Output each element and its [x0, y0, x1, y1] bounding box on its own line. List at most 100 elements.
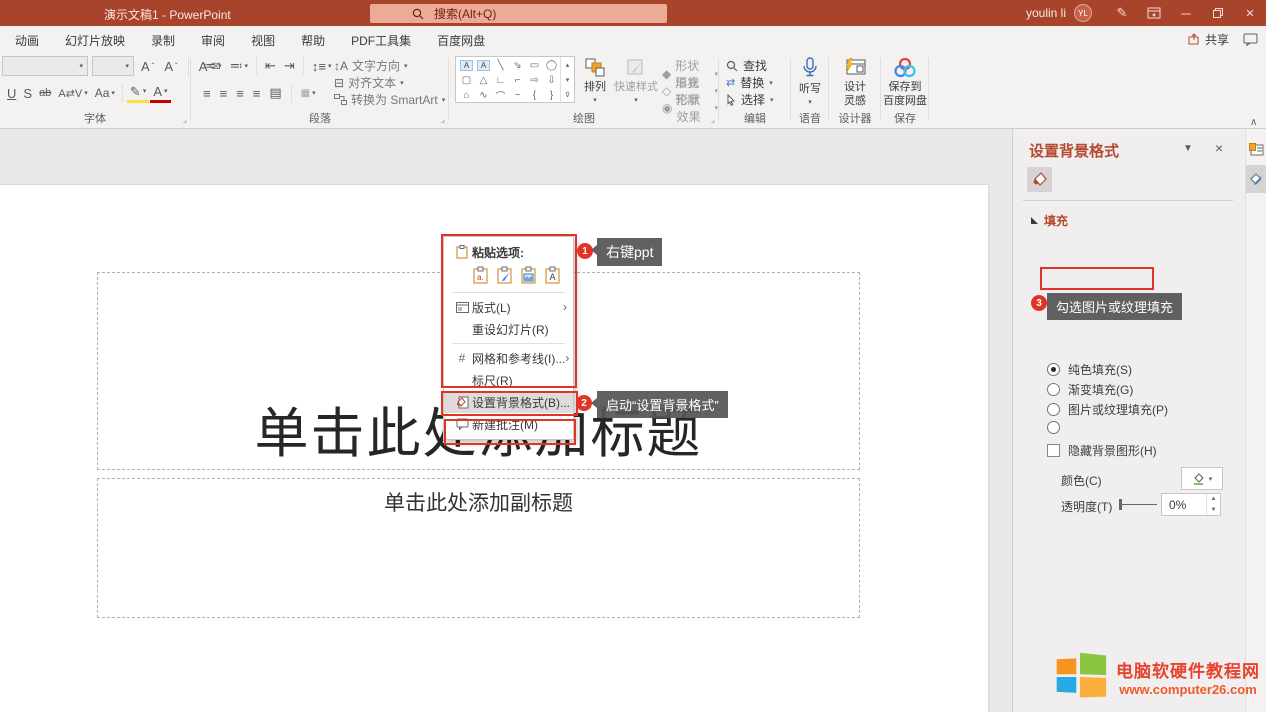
menu-item-reset-slide[interactable]: 重设幻灯片(R) [444, 318, 573, 340]
columns-icon[interactable]: ▦▾ [298, 86, 319, 101]
text-shadow-button[interactable]: S [20, 84, 35, 103]
align-left-icon[interactable]: ≡ [200, 84, 214, 103]
subtitle-placeholder[interactable]: 单击此处添加副标题 [97, 478, 860, 618]
radio-gradient-fill[interactable] [1047, 383, 1060, 396]
shape-down-arrow-icon[interactable]: ⇩ [543, 73, 560, 88]
pane-close-icon[interactable]: × [1215, 140, 1223, 156]
tab-baidu-netdisk[interactable]: 百度网盘 [424, 26, 498, 52]
picture-fill-option[interactable]: 图片或纹理填充(P) [1047, 401, 1168, 418]
convert-to-smartart-button[interactable]: 转换为 SmartArt [351, 91, 438, 108]
replace-button[interactable]: 替换 [740, 74, 764, 91]
menu-item-ruler[interactable]: 标尺(R) [444, 369, 573, 391]
tab-review[interactable]: 审阅 [188, 26, 238, 52]
distribute-icon[interactable]: ▤ [266, 83, 284, 103]
shape-rectangle-icon[interactable]: ▭ [526, 58, 543, 73]
select-button[interactable]: 选择 [741, 91, 765, 108]
menu-item-grid-guides[interactable]: # 网格和参考线(I)... › [444, 347, 573, 369]
shape-arrow-icon[interactable]: ⇘ [509, 58, 526, 73]
color-picker-button[interactable]: ▾ [1181, 467, 1223, 490]
save-to-baidu-button[interactable]: 保存到百度网盘 [882, 54, 928, 109]
shape-textbox-icon[interactable]: A [458, 58, 475, 73]
decrease-indent-icon[interactable]: ⇤ [262, 56, 279, 76]
shape-oval-icon[interactable]: ◯ [543, 58, 560, 73]
align-right-icon[interactable]: ≡ [233, 84, 247, 103]
increase-font-size-button[interactable]: Aˆ [138, 57, 157, 76]
paste-text-only-icon[interactable]: A [544, 266, 562, 284]
shape-triangle-icon[interactable]: △ [475, 73, 492, 88]
menu-item-format-background[interactable]: 设置背景格式(B)... [444, 391, 573, 413]
collapse-ribbon-icon[interactable]: ∧ [1250, 117, 1257, 128]
increase-indent-icon[interactable]: ⇥ [281, 56, 298, 76]
shapes-scroll-up-icon[interactable]: ▴ [566, 61, 570, 69]
spin-up-icon[interactable]: ▲ [1211, 496, 1217, 502]
strikethrough-button[interactable]: ab [36, 85, 54, 101]
ink-pen-icon[interactable]: ✎ [1106, 0, 1138, 26]
shape-vertical-textbox-icon[interactable]: A [475, 58, 492, 73]
shape-curve-icon[interactable]: ~ [509, 88, 526, 103]
line-spacing-icon[interactable]: ↕≡▾ [309, 57, 335, 76]
designer-pane-icon[interactable] [1246, 135, 1266, 163]
pane-menu-icon[interactable]: ▼ [1183, 143, 1193, 154]
radio-solid-fill[interactable] [1047, 363, 1060, 376]
shape-scribble-icon[interactable]: ∿ [475, 88, 492, 103]
shape-right-brace-icon[interactable]: } [543, 88, 560, 103]
hide-background-option[interactable]: 隐藏背景图形(H) [1047, 442, 1157, 459]
solid-fill-option[interactable]: 纯色填充(S) [1047, 361, 1132, 378]
tab-pdf-tools[interactable]: PDF工具集 [338, 26, 424, 52]
transparency-value[interactable]: 0% [1162, 494, 1206, 515]
tab-record[interactable]: 录制 [138, 26, 188, 52]
decrease-font-size-button[interactable]: Aˇ [161, 57, 180, 76]
dictate-button[interactable]: 听写 ▾ [793, 54, 827, 108]
shapes-scroll-down-icon[interactable]: ▾ [566, 76, 570, 84]
drawing-dialog-launcher-icon[interactable]: ⌟ [711, 114, 715, 125]
quick-styles-button[interactable]: 快速样式 ▾ [614, 54, 658, 106]
shapes-more-icon[interactable]: ⊽ [565, 91, 570, 99]
comments-icon[interactable] [1243, 33, 1258, 46]
align-text-button[interactable]: 对齐文本 [348, 74, 396, 91]
arrange-button[interactable]: 排列 ▾ [578, 54, 612, 106]
shape-line-icon[interactable]: ╲ [492, 58, 509, 73]
shape-left-brace-icon[interactable]: { [526, 88, 543, 103]
fill-section-label[interactable]: 填充 [1044, 212, 1068, 229]
paste-destination-theme-icon[interactable]: a. [472, 266, 490, 284]
align-center-icon[interactable]: ≡ [217, 84, 231, 103]
font-family-select[interactable]: ▾ [2, 56, 88, 76]
pattern-fill-option[interactable] [1047, 421, 1060, 434]
minimize-button[interactable]: ─ [1170, 0, 1202, 26]
gradient-fill-option[interactable]: 渐变填充(G) [1047, 381, 1133, 398]
fill-tab-button[interactable] [1027, 167, 1052, 192]
paragraph-dialog-launcher-icon[interactable]: ⌟ [441, 114, 445, 125]
maximize-button[interactable] [1202, 0, 1234, 26]
format-background-pane-icon[interactable] [1246, 165, 1266, 193]
transparency-slider[interactable] [1119, 503, 1157, 506]
section-expanded-icon[interactable] [1031, 217, 1038, 224]
change-case-button[interactable]: Aa ▾ [92, 84, 118, 102]
close-button[interactable]: × [1234, 0, 1266, 26]
character-spacing-button[interactable]: A⇄V ▾ [55, 85, 90, 102]
font-dialog-launcher-icon[interactable]: ⌟ [183, 114, 187, 125]
shape-elbow-connector-icon[interactable]: ∟ [492, 73, 509, 88]
tab-help[interactable]: 帮助 [288, 26, 338, 52]
shape-arc-icon[interactable]: ⌒ [492, 88, 509, 103]
share-button[interactable]: 共享 [1188, 31, 1229, 48]
menu-item-layout[interactable]: 版式(L) › [444, 296, 573, 318]
tab-view[interactable]: 视图 [238, 26, 288, 52]
shape-freeform-icon[interactable]: ⌂ [458, 88, 475, 103]
justify-icon[interactable]: ≡ [250, 84, 264, 103]
ribbon-display-options-icon[interactable] [1138, 0, 1170, 26]
design-ideas-button[interactable]: 设计灵感 [838, 54, 872, 109]
tab-slideshow[interactable]: 幻灯片放映 [52, 26, 138, 52]
search-box[interactable]: 搜索(Alt+Q) [370, 4, 667, 23]
bullets-icon[interactable]: ≔▾ [200, 56, 225, 76]
avatar[interactable]: YL [1074, 4, 1092, 22]
paste-keep-source-icon[interactable] [496, 266, 514, 284]
user-name[interactable]: youlin li [1026, 6, 1066, 20]
radio-picture-fill[interactable] [1047, 403, 1060, 416]
find-button[interactable]: 查找 [743, 57, 767, 74]
shapes-gallery[interactable]: A A ╲ ⇘ ▭ ◯ ▢ △ ∟ ⌐ ⇨ ⇩ ⌂ ∿ ⌒ ~ { [455, 56, 575, 103]
underline-button[interactable]: U [4, 84, 19, 103]
paste-picture-icon[interactable] [520, 266, 538, 284]
shape-rounded-rectangle-icon[interactable]: ▢ [458, 73, 475, 88]
hide-background-checkbox[interactable] [1047, 444, 1060, 457]
spin-down-icon[interactable]: ▼ [1211, 507, 1217, 513]
